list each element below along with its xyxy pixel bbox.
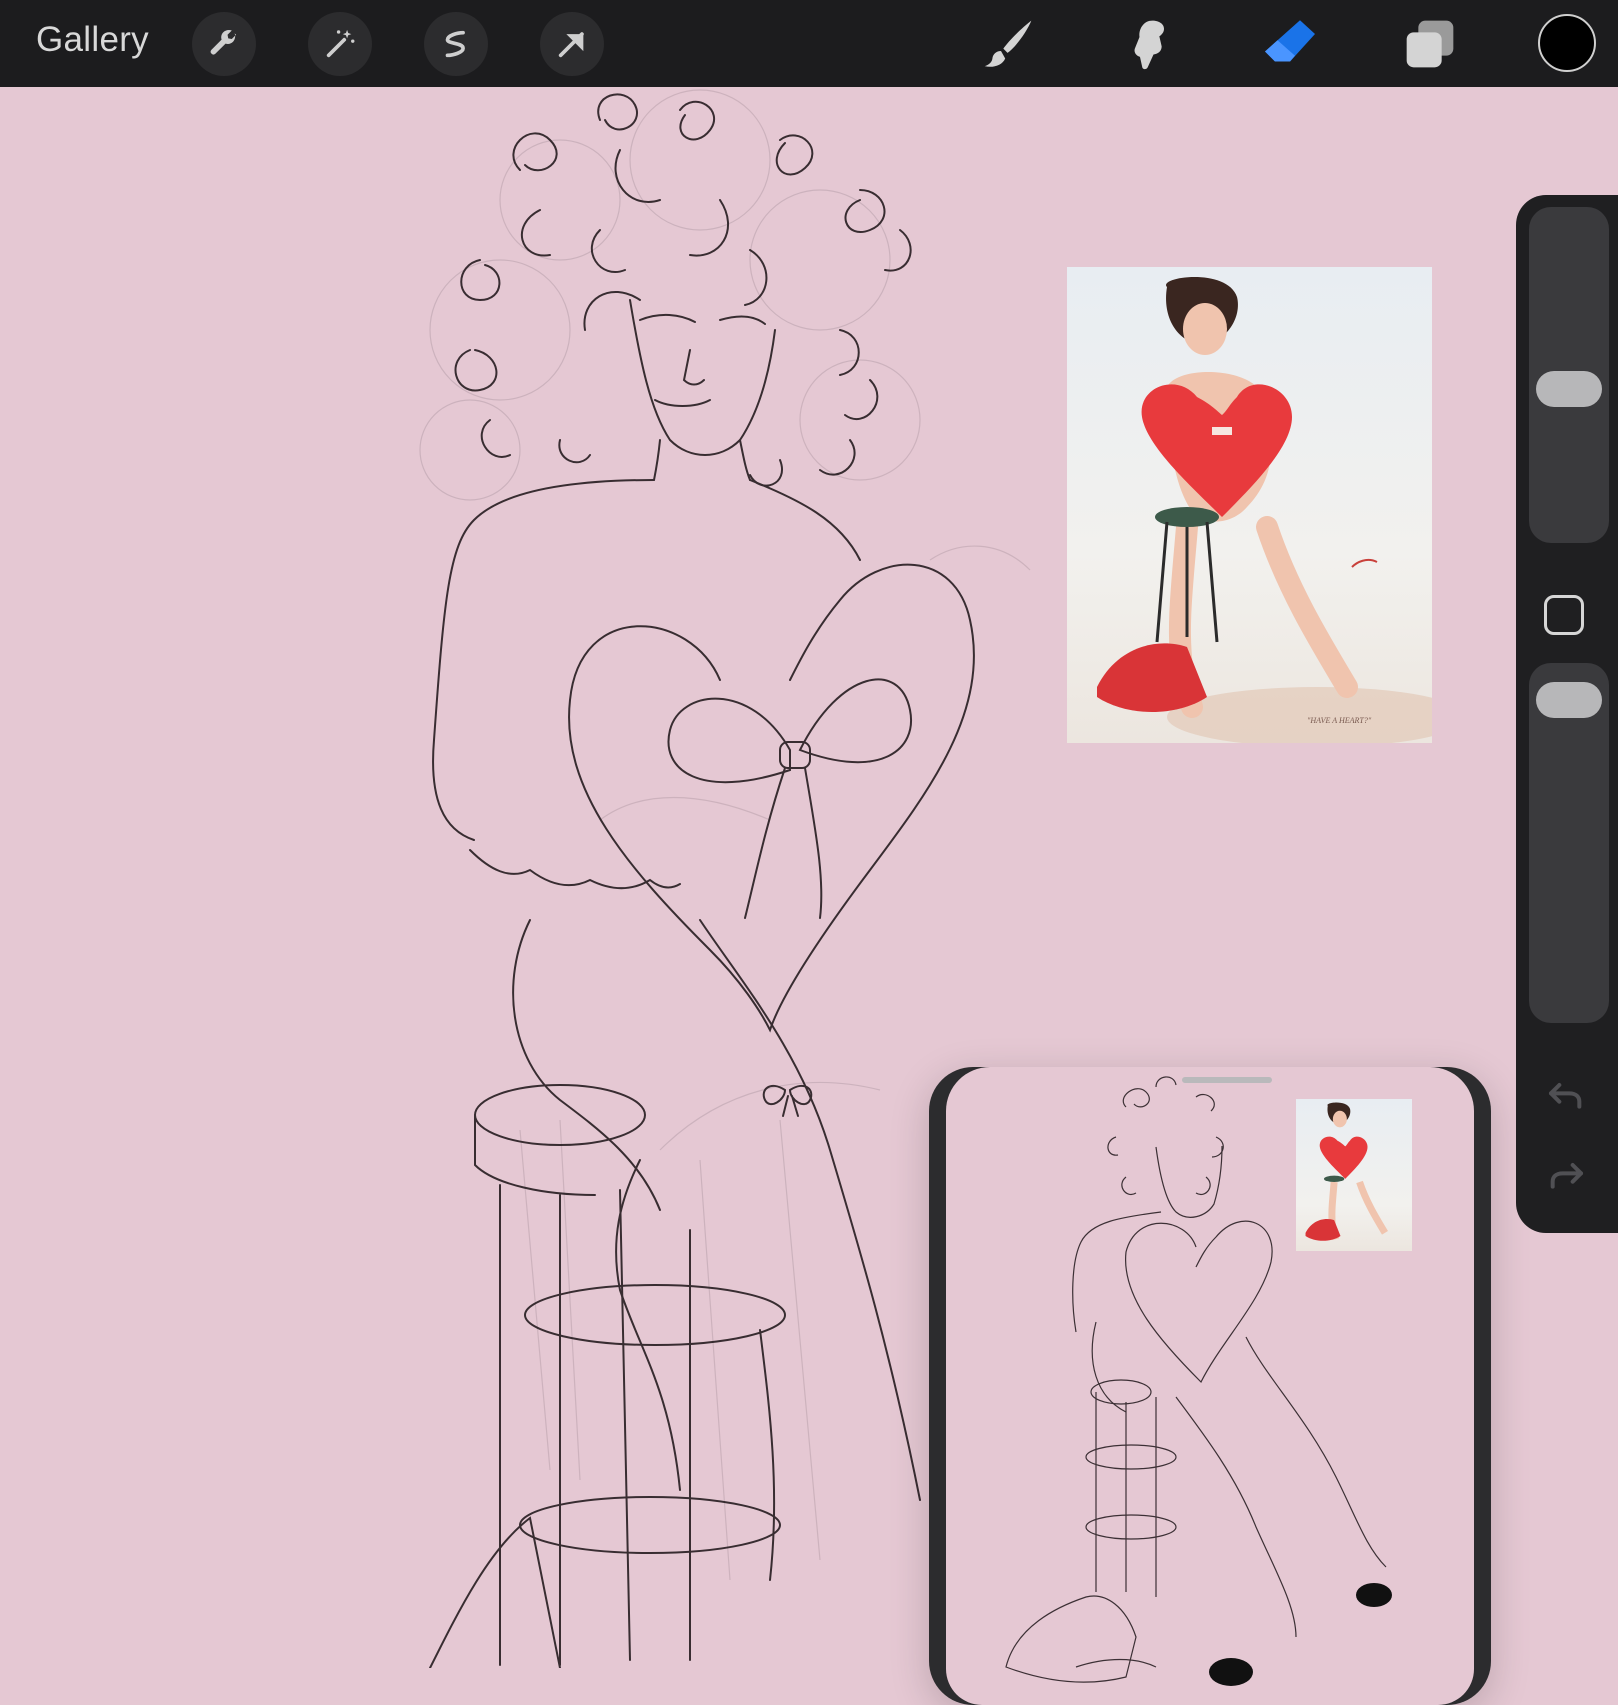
brush-tool-button[interactable] xyxy=(978,14,1038,74)
actions-button[interactable] xyxy=(192,12,256,76)
smudge-icon xyxy=(1134,20,1164,70)
reference-image[interactable]: "HAVE A HEART?" xyxy=(1067,267,1432,743)
selection-s-icon xyxy=(445,30,465,58)
brush-sidebar xyxy=(1516,195,1618,1233)
companion-canvas-preview xyxy=(946,1067,1474,1705)
transform-button[interactable] xyxy=(540,12,604,76)
square-modifier-icon[interactable] xyxy=(1544,595,1584,635)
reference-pinup-illustration xyxy=(1097,277,1432,743)
redo-icon[interactable] xyxy=(1544,1155,1588,1195)
drawing-canvas[interactable]: "HAVE A HEART?" xyxy=(0,87,1618,1705)
brush-size-thumb[interactable] xyxy=(1536,371,1602,408)
smudge-tool-button[interactable] xyxy=(1120,14,1180,74)
opacity-thumb[interactable] xyxy=(1536,682,1602,719)
top-toolbar: Gallery xyxy=(0,0,1618,87)
reference-caption: "HAVE A HEART?" xyxy=(1307,716,1372,725)
adjustments-button[interactable] xyxy=(308,12,372,76)
wrench-icon xyxy=(210,30,237,55)
layers-icon xyxy=(1406,20,1454,68)
magic-wand-icon xyxy=(326,29,355,58)
companion-reference-illustration xyxy=(1305,1102,1388,1241)
color-picker-button[interactable] xyxy=(1538,14,1596,72)
selection-button[interactable] xyxy=(424,12,488,76)
reference-companion-window[interactable] xyxy=(929,1067,1491,1705)
eraser-tool-button[interactable] xyxy=(1260,14,1320,74)
layers-button[interactable] xyxy=(1400,14,1460,74)
companion-reference-thumbnail xyxy=(1296,1099,1412,1251)
eraser-icon xyxy=(1265,20,1315,62)
brush-icon xyxy=(984,20,1032,67)
gallery-button[interactable]: Gallery xyxy=(36,20,149,60)
undo-icon[interactable] xyxy=(1544,1075,1588,1115)
opacity-slider[interactable] xyxy=(1529,663,1609,1023)
arrow-cursor-icon xyxy=(558,32,584,58)
brush-size-slider[interactable] xyxy=(1529,207,1609,543)
